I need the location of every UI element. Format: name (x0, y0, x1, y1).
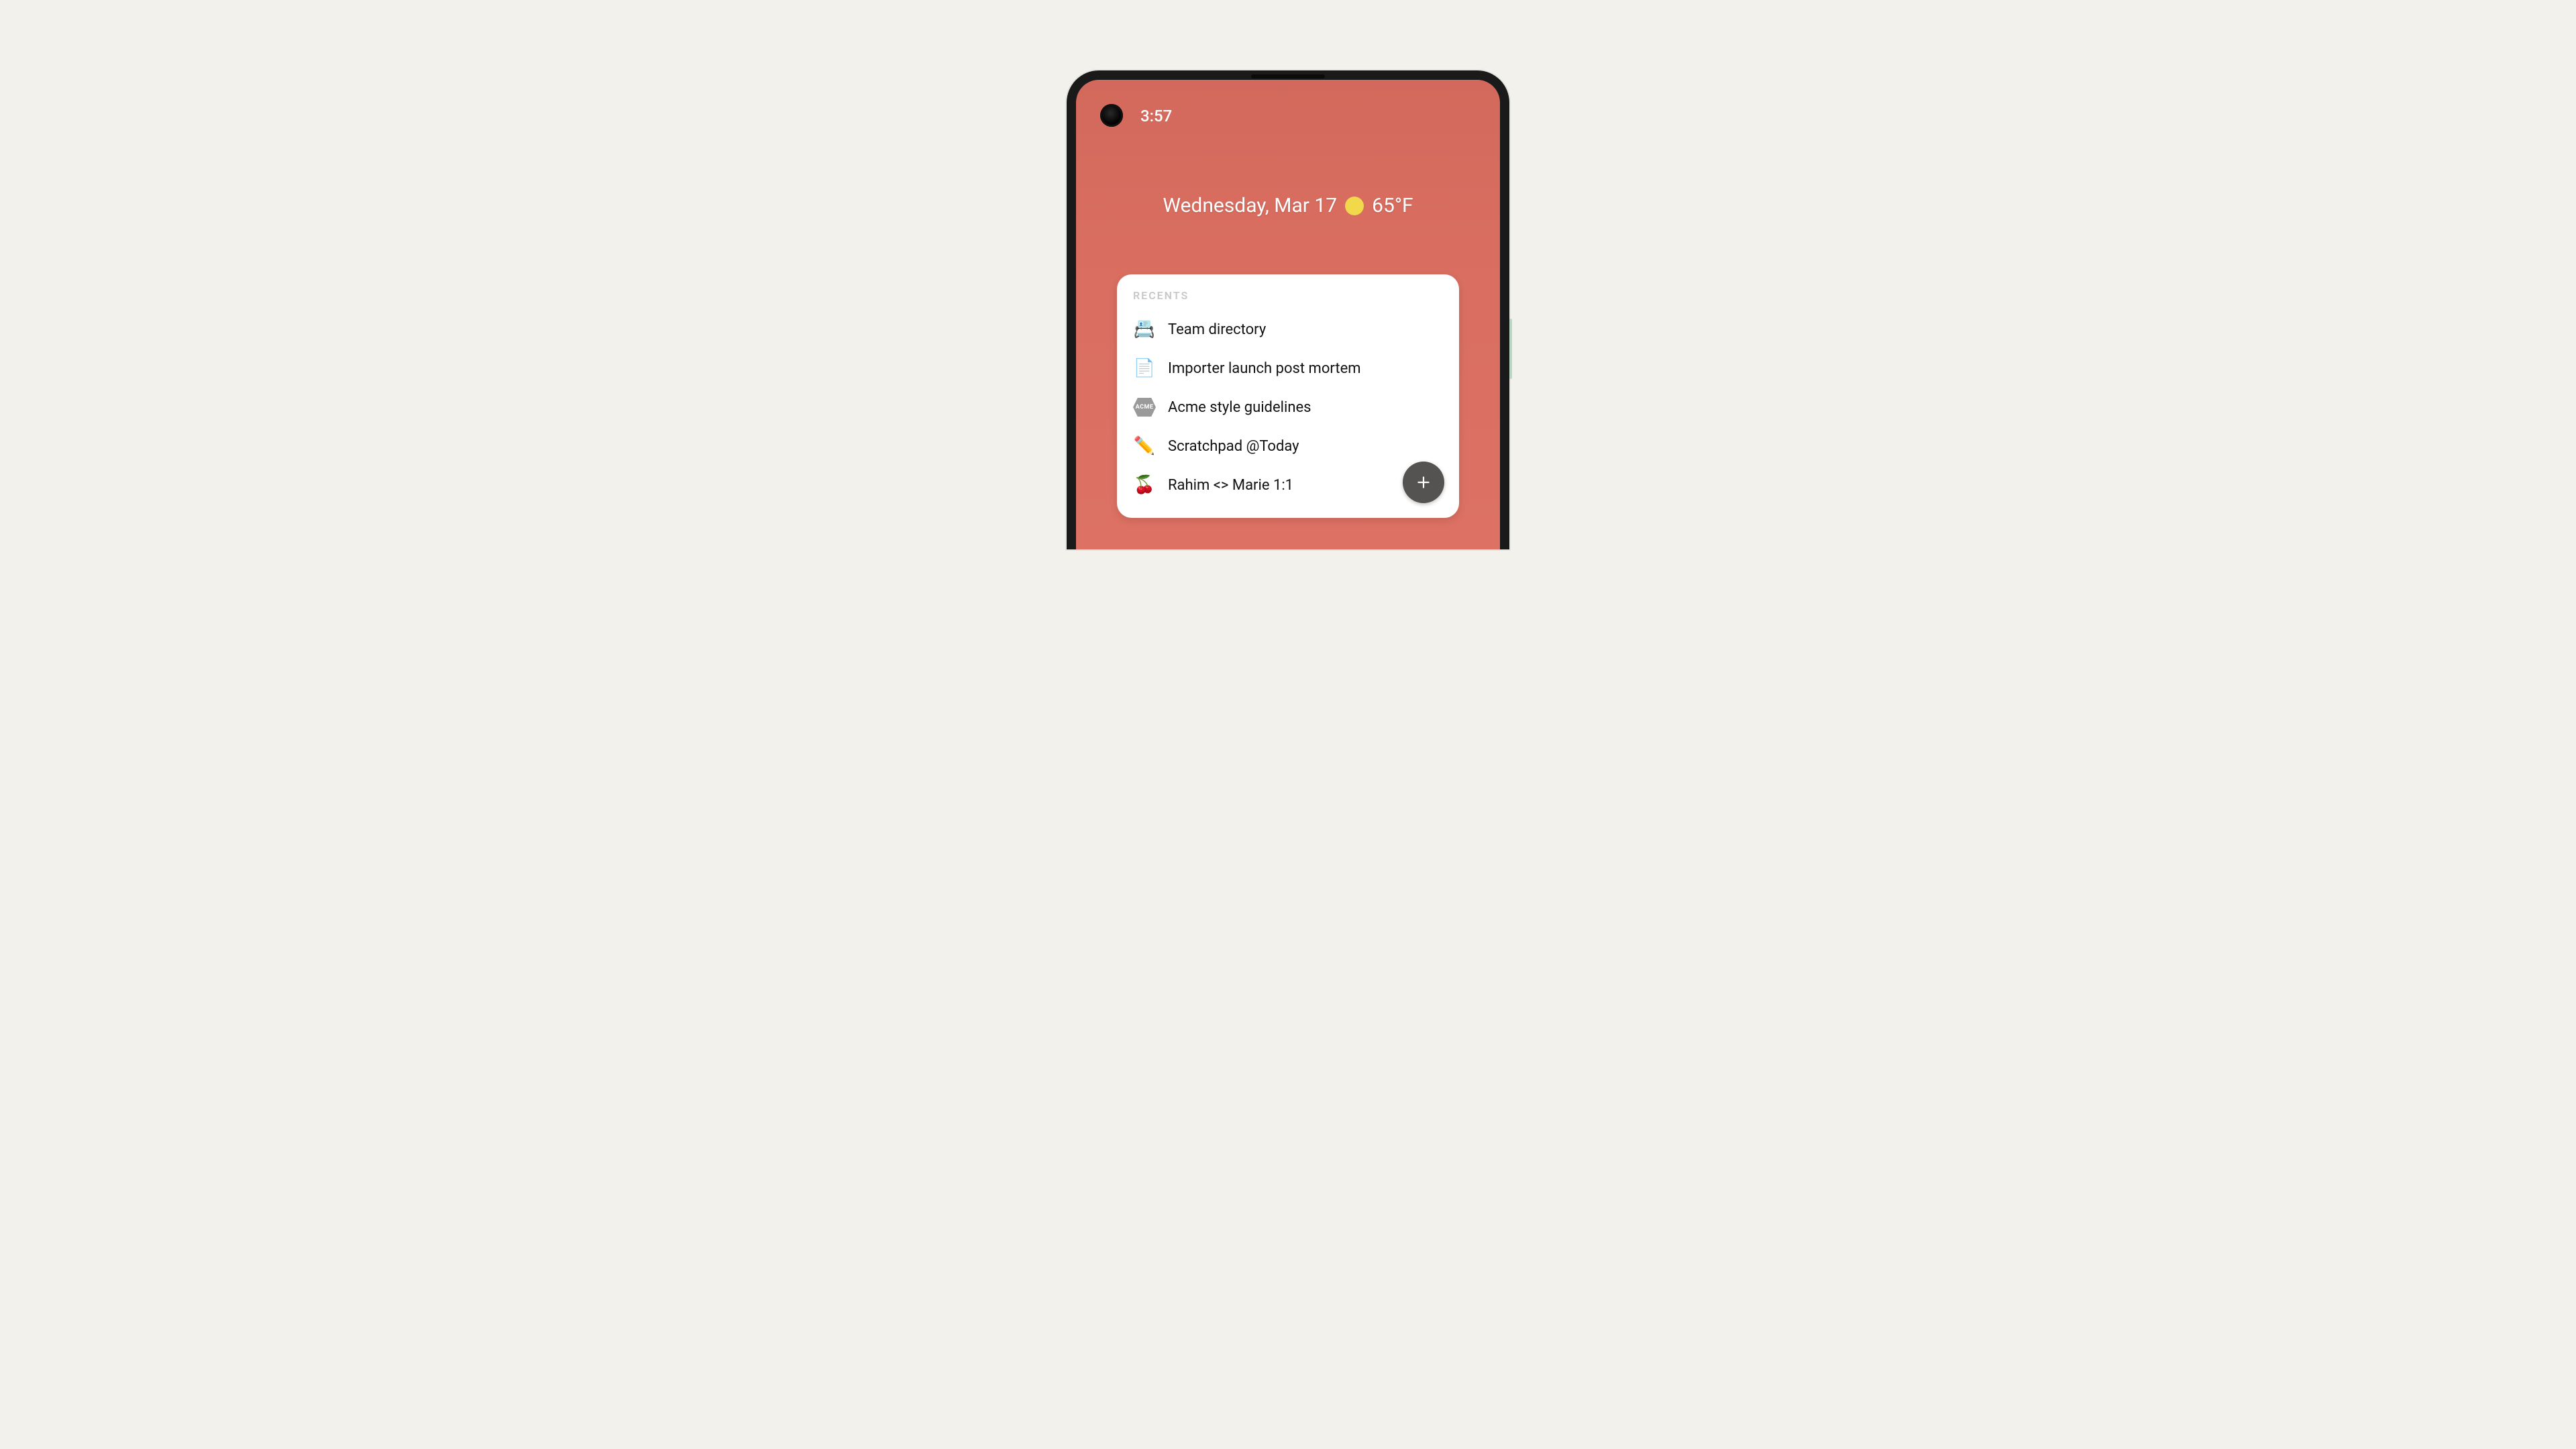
list-item-scratchpad-today[interactable]: ✏️ Scratchpad @Today (1133, 428, 1443, 464)
list-item-label: Importer launch post mortem (1168, 360, 1361, 377)
list-item-team-directory[interactable]: 📇 Team directory (1133, 311, 1443, 347)
list-item-label: Rahim <> Marie 1:1 (1168, 477, 1293, 494)
phone-frame: 3:57 Wednesday, Mar 17 65°F RECENTS 📇 Te… (1067, 70, 1509, 549)
cherries-icon: 🍒 (1133, 474, 1156, 496)
at-a-glance-widget[interactable]: Wednesday, Mar 17 65°F (1076, 194, 1500, 217)
glance-temperature: 65°F (1372, 194, 1413, 217)
list-item-rahim-marie-1-1[interactable]: 🍒 Rahim <> Marie 1:1 (1133, 467, 1443, 503)
list-item-importer-post-mortem[interactable]: 📄 Importer launch post mortem (1133, 350, 1443, 386)
add-button[interactable] (1403, 462, 1444, 503)
list-item-label: Team directory (1168, 321, 1266, 338)
card-index-icon: 📇 (1133, 318, 1156, 341)
widget-header: RECENTS (1133, 289, 1443, 302)
list-item-label: Acme style guidelines (1168, 399, 1311, 416)
status-bar-time: 3:57 (1140, 107, 1172, 125)
glance-date: Wednesday, Mar 17 (1163, 194, 1337, 217)
plus-icon (1415, 474, 1432, 491)
phone-screen: 3:57 Wednesday, Mar 17 65°F RECENTS 📇 Te… (1076, 80, 1500, 549)
phone-speaker (1251, 74, 1325, 78)
sun-icon (1345, 197, 1364, 215)
list-item-label: Scratchpad @Today (1168, 438, 1299, 455)
acme-badge-icon: ACME (1133, 396, 1156, 419)
pencil-icon: ✏️ (1133, 435, 1156, 458)
front-camera-icon (1100, 104, 1123, 127)
list-item-acme-style-guidelines[interactable]: ACME Acme style guidelines (1133, 389, 1443, 425)
document-icon: 📄 (1133, 357, 1156, 380)
widget-list: 📇 Team directory 📄 Importer launch post … (1133, 311, 1443, 503)
recents-widget: RECENTS 📇 Team directory 📄 Importer laun… (1117, 274, 1459, 518)
power-button[interactable] (1509, 319, 1512, 379)
